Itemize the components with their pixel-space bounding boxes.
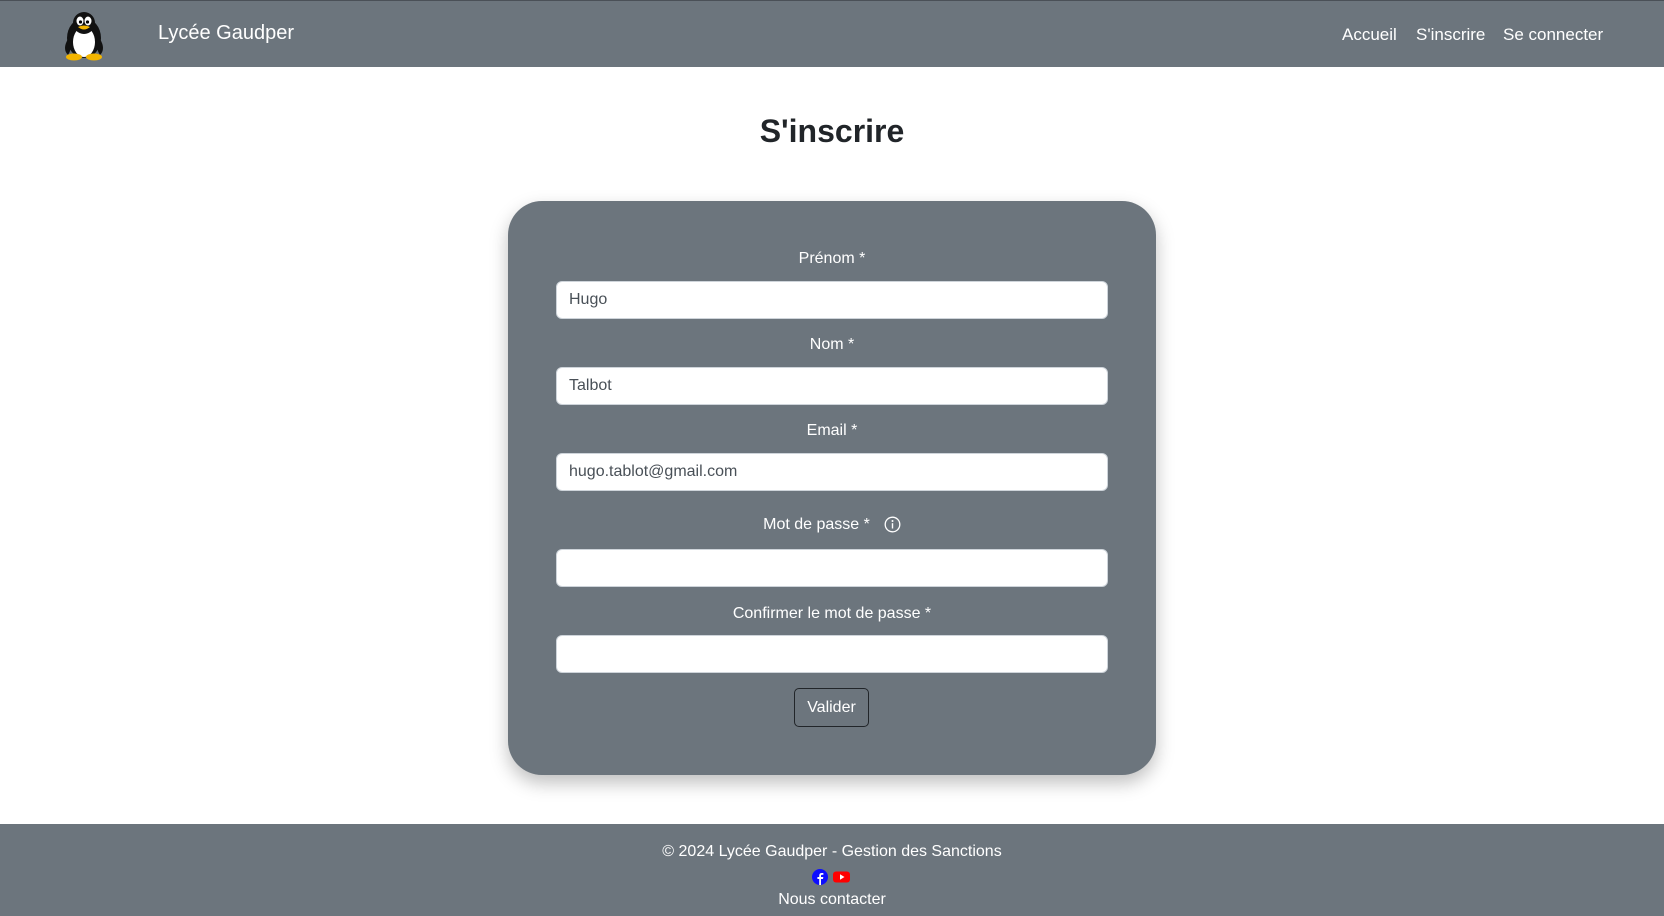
info-icon[interactable] xyxy=(884,516,901,533)
first-name-field[interactable] xyxy=(556,281,1108,319)
last-name-label: Nom * xyxy=(809,336,855,353)
page-title: S'inscrire xyxy=(759,113,905,149)
email-label: Email * xyxy=(806,422,858,439)
email-field[interactable] xyxy=(556,453,1108,491)
last-name-field[interactable] xyxy=(556,367,1108,405)
facebook-icon[interactable] xyxy=(812,869,828,885)
footer: © 2024 Lycée Gaudper - Gestion des Sanct… xyxy=(0,824,1664,916)
brand-name[interactable]: Lycée Gaudper xyxy=(158,22,294,45)
password-field[interactable] xyxy=(556,549,1108,587)
first-name-label: Prénom * xyxy=(798,250,866,267)
youtube-icon[interactable] xyxy=(833,869,850,885)
nav-link-home[interactable]: Accueil xyxy=(1342,25,1397,45)
nav-link-login[interactable]: Se connecter xyxy=(1503,25,1603,45)
nav-link-register[interactable]: S'inscrire xyxy=(1416,25,1485,45)
registration-form: Prénom * Nom * Email * Mot de passe * Co… xyxy=(508,201,1156,775)
submit-button[interactable]: Valider xyxy=(794,688,869,727)
password-label: Mot de passe * xyxy=(763,516,870,533)
password-label-row: Mot de passe * xyxy=(508,516,1156,534)
contact-link[interactable]: Nous contacter xyxy=(0,891,1664,909)
navbar: Lycée Gaudper Accueil S'inscrire Se conn… xyxy=(0,0,1664,67)
confirm-password-label: Confirmer le mot de passe * xyxy=(732,605,932,622)
confirm-password-field[interactable] xyxy=(556,635,1108,673)
penguin-logo-icon[interactable] xyxy=(58,9,110,61)
footer-copyright: © 2024 Lycée Gaudper - Gestion des Sanct… xyxy=(662,843,1002,860)
